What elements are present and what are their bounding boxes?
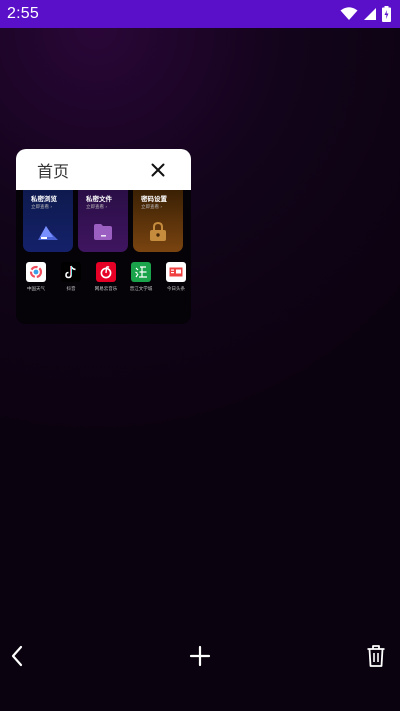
folder-icon — [94, 224, 112, 240]
wifi-icon — [340, 7, 358, 20]
feature-title: 私密浏览 — [31, 195, 57, 203]
status-bar: 2:55 — [0, 0, 400, 28]
app-shortcut[interactable]: 晋江文学城 — [125, 262, 157, 292]
app-shortcut[interactable]: 今日头条 — [160, 262, 191, 292]
app-label: 中国天气 — [27, 287, 45, 292]
tab-title: 首页 — [37, 163, 70, 181]
tab-card-header: 首页 — [16, 149, 191, 190]
private-browse-card: 私密浏览 立即查看 › — [23, 190, 73, 252]
feature-subtitle: 立即查看 › — [86, 205, 108, 210]
signal-icon — [364, 8, 376, 20]
app-shortcut[interactable]: 中国天气 — [20, 262, 52, 292]
feature-title: 密码设置 — [141, 195, 167, 203]
close-icon[interactable] — [151, 163, 165, 177]
lock-icon — [150, 222, 166, 241]
status-icons — [340, 6, 391, 22]
tab-card[interactable]: 首页 私密浏览 立即查看 › 私密文件 立即查看 › 密码设置 立即查看 › 中… — [16, 149, 191, 324]
bottom-toolbar — [0, 636, 400, 676]
app-label: 抖音 — [66, 287, 76, 292]
app-label: 网易云音乐 — [94, 287, 118, 292]
weather-app-icon — [26, 262, 46, 282]
toutiao-app-icon — [166, 262, 186, 282]
feature-subtitle: 立即查看 › — [141, 205, 163, 210]
app-shortcut[interactable]: 网易云音乐 — [90, 262, 122, 292]
private-files-card: 私密文件 立即查看 › — [78, 190, 128, 252]
password-settings-card: 密码设置 立即查看 › — [133, 190, 183, 252]
feature-subtitle: 立即查看 › — [31, 205, 53, 210]
feature-row: 私密浏览 立即查看 › 私密文件 立即查看 › 密码设置 立即查看 › — [23, 190, 183, 252]
feature-title: 私密文件 — [86, 195, 112, 203]
app-shortcuts-row: 中国天气 抖音 网易云音乐 晋江文学城 今日头条 — [20, 262, 191, 292]
trash-icon — [367, 645, 385, 667]
netease-music-app-icon — [96, 262, 116, 282]
delete-all-tabs-button[interactable] — [362, 642, 390, 670]
app-label: 今日头条 — [167, 287, 185, 292]
app-shortcut[interactable]: 抖音 — [55, 262, 87, 292]
jinjiang-app-icon — [131, 262, 151, 282]
status-time: 2:55 — [7, 5, 39, 22]
back-icon — [11, 645, 23, 667]
private-browse-icon — [38, 226, 58, 240]
battery-icon — [382, 6, 391, 22]
tab-preview: 私密浏览 立即查看 › 私密文件 立即查看 › 密码设置 立即查看 › 中国天气… — [16, 190, 191, 324]
plus-icon — [189, 645, 211, 667]
new-tab-button[interactable] — [186, 642, 214, 670]
douyin-app-icon — [61, 262, 81, 282]
back-button[interactable] — [3, 642, 31, 670]
app-label: 晋江文学城 — [129, 287, 153, 292]
